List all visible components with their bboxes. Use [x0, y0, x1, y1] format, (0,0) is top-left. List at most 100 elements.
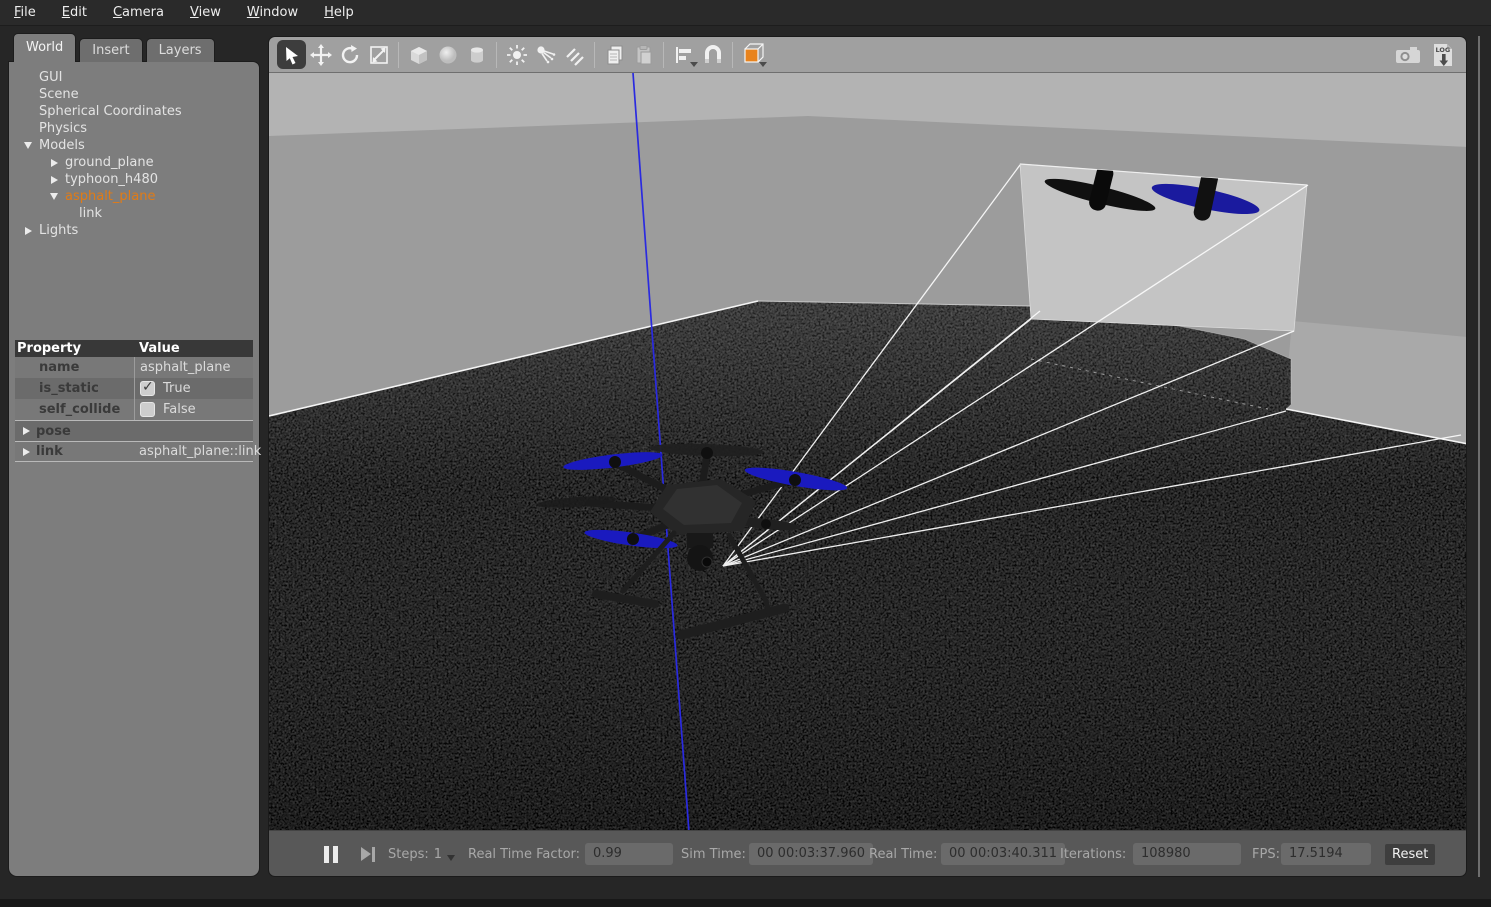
menu-bar: File Edit Camera View Window Help — [0, 0, 1491, 26]
snap-button[interactable] — [698, 40, 727, 69]
rtf-field[interactable]: 0.99 — [585, 831, 673, 877]
render-scene[interactable] — [269, 73, 1467, 832]
self-collide-checkbox[interactable] — [140, 402, 155, 417]
paste-icon — [632, 43, 656, 67]
pause-icon — [324, 846, 338, 863]
tree-item-lights[interactable]: Lights — [9, 222, 259, 239]
cylinder-icon — [465, 43, 489, 67]
spot-light-button[interactable] — [531, 40, 560, 69]
gimbal-camera — [687, 533, 713, 571]
sim-time-group: Sim Time: — [681, 831, 746, 877]
insert-cylinder-button[interactable] — [462, 40, 491, 69]
svg-text:LOG: LOG — [1436, 46, 1451, 54]
property-row-link[interactable]: link asphalt_plane::link — [15, 441, 253, 462]
copy-icon — [603, 43, 627, 67]
tree-item-spherical-coordinates[interactable]: Spherical Coordinates — [9, 103, 259, 120]
directional-light-icon — [563, 43, 587, 67]
sim-control-bar: Steps: 1 Real Time Factor: 0.99 Sim Time… — [269, 830, 1466, 876]
menu-file[interactable]: File — [14, 5, 36, 20]
property-table-header: Property Value — [15, 340, 253, 357]
toolbar-separator — [732, 42, 733, 68]
point-light-icon — [505, 43, 529, 67]
viewport-panel: LOG — [268, 36, 1467, 877]
rotate-tool-button[interactable] — [335, 40, 364, 69]
menu-help[interactable]: Help — [324, 5, 354, 20]
property-row-is-static[interactable]: is_static True — [15, 378, 253, 399]
dropdown-caret-icon — [759, 62, 767, 67]
toolbar-right-group: LOG — [1393, 37, 1456, 73]
translate-tool-button[interactable] — [306, 40, 335, 69]
tree-item-gui[interactable]: GUI — [9, 69, 259, 86]
point-light-button[interactable] — [502, 40, 531, 69]
toolbar-separator — [496, 42, 497, 68]
tab-insert[interactable]: Insert — [79, 38, 142, 62]
sphere-icon — [436, 43, 460, 67]
gazebo-window: File Edit Camera View Window Help World … — [0, 0, 1491, 907]
sim-time-field[interactable]: 00 00:03:37.960 — [749, 831, 873, 877]
tree-item-physics[interactable]: Physics — [9, 120, 259, 137]
rtf-group: Real Time Factor: — [468, 831, 580, 877]
property-row-self-collide[interactable]: self_collide False — [15, 399, 253, 420]
directional-light-button[interactable] — [560, 40, 589, 69]
insert-sphere-button[interactable] — [433, 40, 462, 69]
menu-edit[interactable]: Edit — [62, 5, 87, 20]
reset-button[interactable]: Reset — [1385, 831, 1435, 877]
real-time-group: Real Time: — [869, 831, 937, 877]
toolbar-separator — [398, 42, 399, 68]
box-icon — [407, 43, 431, 67]
collapse-arrow-icon[interactable] — [50, 193, 58, 200]
iterations-field[interactable]: 108980 — [1133, 831, 1241, 877]
world-panel: GUI Scene Spherical Coordinates Physics … — [8, 61, 260, 877]
is-static-checkbox[interactable] — [140, 381, 155, 396]
cursor-icon — [282, 45, 302, 65]
expand-arrow-icon[interactable] — [51, 176, 58, 184]
step-icon — [361, 847, 375, 862]
steps-control[interactable]: Steps: 1 — [388, 831, 455, 877]
screenshot-camera-button[interactable] — [1393, 43, 1423, 67]
fps-field[interactable]: 17.5194 — [1281, 831, 1371, 877]
paste-button[interactable] — [629, 40, 658, 69]
pause-button[interactable] — [324, 831, 338, 877]
tree-item-models[interactable]: Models — [9, 137, 259, 154]
tree-item-link[interactable]: link — [9, 205, 259, 222]
asphalt-plane-model[interactable] — [269, 301, 1467, 832]
tree-item-typhoon-h480[interactable]: typhoon_h480 — [9, 171, 259, 188]
collapse-arrow-icon[interactable] — [24, 142, 32, 149]
scale-icon — [368, 44, 390, 66]
move-icon — [310, 44, 332, 66]
menu-camera[interactable]: Camera — [113, 5, 164, 20]
log-record-button[interactable]: LOG — [1430, 42, 1456, 68]
property-table: Property Value name asphalt_plane is_sta… — [15, 340, 253, 462]
step-button[interactable] — [361, 831, 375, 877]
tab-world[interactable]: World — [13, 33, 76, 62]
view-angle-button[interactable] — [738, 40, 767, 69]
expand-arrow-icon[interactable] — [25, 227, 32, 235]
expand-arrow-icon[interactable] — [23, 427, 30, 435]
rotate-icon — [339, 44, 361, 66]
tree-item-asphalt-plane[interactable]: asphalt_plane — [9, 188, 259, 205]
copy-button[interactable] — [600, 40, 629, 69]
spot-light-icon — [534, 43, 558, 67]
expand-arrow-icon[interactable] — [23, 448, 30, 456]
property-row-name[interactable]: name asphalt_plane — [15, 357, 253, 378]
tab-layers[interactable]: Layers — [146, 38, 215, 62]
world-tree: GUI Scene Spherical Coordinates Physics … — [9, 69, 259, 239]
select-tool-button[interactable] — [277, 40, 306, 69]
tree-item-ground-plane[interactable]: ground_plane — [9, 154, 259, 171]
expand-arrow-icon[interactable] — [51, 159, 58, 167]
toolbar-separator — [663, 42, 664, 68]
menu-view[interactable]: View — [190, 5, 221, 20]
real-time-field[interactable]: 00 00:03:40.311 — [941, 831, 1065, 877]
panel-tabs: World Insert Layers — [13, 33, 218, 62]
property-row-pose[interactable]: pose — [15, 420, 253, 441]
viewport-toolbar: LOG — [269, 37, 1466, 73]
tree-item-scene[interactable]: Scene — [9, 86, 259, 103]
align-button[interactable] — [669, 40, 698, 69]
scale-tool-button[interactable] — [364, 40, 393, 69]
3d-scene-svg — [269, 73, 1467, 832]
iterations-group: Iterations: — [1060, 831, 1126, 877]
insert-box-button[interactable] — [404, 40, 433, 69]
toolbar-separator — [594, 42, 595, 68]
steps-dropdown-caret[interactable] — [447, 855, 455, 861]
menu-window[interactable]: Window — [247, 5, 298, 20]
